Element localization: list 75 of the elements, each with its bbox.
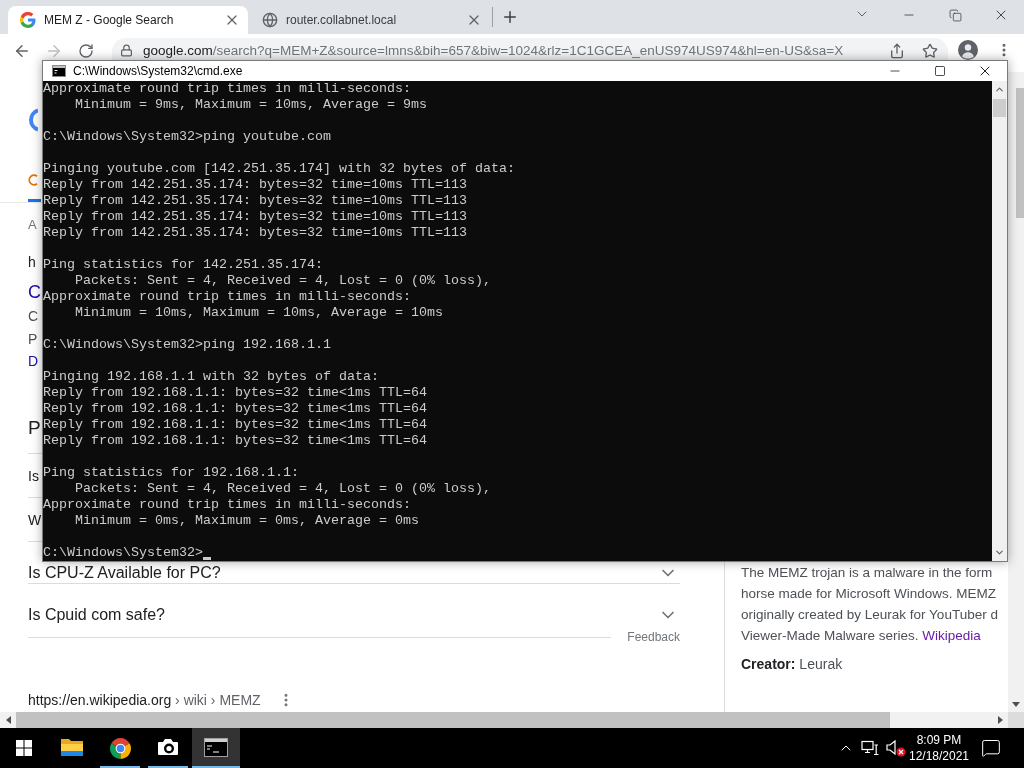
fact-text: Creator: Leurak: [741, 656, 843, 672]
console-line: Reply from 142.251.35.174: bytes=32 time=10ms TTL=113: [43, 193, 467, 209]
console-line: Approximate round trip times in milli-seconds:: [43, 497, 411, 513]
terminal-icon: [204, 738, 228, 757]
feedback-link[interactable]: Feedback: [627, 630, 680, 644]
console-line: Pinging youtube.com [142.251.35.174] with 32 bytes of data:: [43, 161, 515, 177]
result-url-text: h: [28, 254, 36, 270]
snippet-text: C: [28, 307, 39, 326]
reload-icon[interactable]: [78, 43, 94, 59]
window-title: C:\Windows\System32\cmd.exe: [73, 64, 243, 78]
star-icon[interactable]: [922, 43, 938, 59]
console-line: Packets: Sent = 4, Received = 4, Lost = 0 (0% loss),: [74, 481, 491, 497]
google-logo-icon: [20, 12, 36, 28]
description-text: The MEMZ trojan is a malware in the form horse made for Microsoft Windows. MEMZ originally created by Leurak for YouTuber d Viewer-Made Malware series. Wikipedia: [741, 564, 998, 645]
clock-time[interactable]: 8:09 PM: [916, 732, 962, 748]
browser-tab[interactable]: MEM Z - Google Search: [8, 6, 248, 34]
source-link[interactable]: Wikipedia: [922, 628, 981, 643]
scroll-right-arrow-icon[interactable]: [997, 716, 1003, 724]
notification-icon[interactable]: [981, 738, 1001, 758]
console-line: Minimum = 10ms, Maximum = 10ms, Average = 10ms: [74, 305, 443, 321]
section-heading: P: [28, 416, 41, 440]
question-item[interactable]: Is: [28, 466, 39, 485]
browser-icon: [109, 738, 131, 759]
scrollbar-thumb[interactable]: [1016, 88, 1024, 218]
console-line: Reply from 192.168.1.1: bytes=32 time<1ms TTL=64: [43, 417, 427, 433]
console-line: Ping statistics for 142.251.35.174:: [43, 257, 323, 273]
console-line: Packets: Sent = 4, Received = 4, Lost = 0 (0% loss),: [74, 273, 491, 289]
snippet-text: P: [28, 330, 38, 349]
sitelink[interactable]: D: [28, 350, 39, 372]
console-line: Reply from 192.168.1.1: bytes=32 time<1ms TTL=64: [43, 385, 427, 401]
windows-logo-icon[interactable]: [16, 740, 32, 756]
camera-icon: [157, 738, 179, 756]
address-bar[interactable]: google.com/search?q=MEM+Z&source=lmns&bih=657&biw=1024&rlz=1C1GCEA_enUS974US974&hl=en-US&sa=X: [112, 38, 948, 60]
scrollbar-thumb[interactable]: [993, 99, 1006, 117]
console-line: C:\Windows\System32>ping 192.168.1.1: [43, 337, 331, 353]
arc-icon[interactable]: [28, 174, 38, 186]
logo-fragment-icon: [28, 108, 38, 132]
share-icon[interactable]: [889, 43, 905, 59]
globe-icon: [262, 12, 278, 28]
speaker-icon[interactable]: [886, 739, 906, 757]
taskbar-app-button[interactable]: [192, 728, 240, 768]
result-url-link[interactable]: https://en.wikipedia.org › wiki › MEMZ: [28, 692, 261, 708]
console-line: Pinging 192.168.1.1 with 32 bytes of data:: [43, 369, 379, 385]
terminal-icon: [52, 65, 66, 77]
result-count-text: A: [28, 217, 37, 233]
restore-icon[interactable]: [948, 8, 962, 22]
text-cursor-icon: [202, 557, 211, 560]
console-line: C:\Windows\System32>ping youtube.com: [43, 129, 331, 145]
scrollbar-corner: [1008, 712, 1024, 728]
result-title-link[interactable]: C: [28, 280, 41, 304]
console-line: Reply from 142.251.35.174: bytes=32 time=10ms TTL=113: [43, 177, 467, 193]
question-item[interactable]: Is Cpuid com safe?: [28, 605, 680, 625]
browser-tab[interactable]: router.collabnet.local: [250, 6, 490, 34]
scroll-left-arrow-icon[interactable]: [5, 716, 11, 724]
console-line: Minimum = 0ms, Maximum = 0ms, Average = 0ms: [74, 513, 419, 529]
console-prompt: C:\Windows\System32>: [43, 545, 203, 561]
console-line: Approximate round trip times in milli-seconds:: [43, 289, 411, 305]
active-tab-indicator: [28, 199, 41, 202]
console-line: Reply from 142.251.35.174: bytes=32 time=10ms TTL=113: [43, 225, 467, 241]
folder-icon: [61, 738, 83, 757]
question-item[interactable]: Is CPU-Z Available for PC?: [28, 563, 680, 583]
network-icon[interactable]: [861, 740, 879, 756]
question-item[interactable]: W: [28, 510, 42, 529]
scroll-down-arrow-icon[interactable]: [1012, 701, 1020, 707]
clock-date[interactable]: 12/18/2021: [908, 748, 970, 764]
scrollbar[interactable]: [1008, 72, 1024, 712]
console-line: Reply from 142.251.35.174: bytes=32 time=10ms TTL=113: [43, 209, 467, 225]
scrollbar[interactable]: [992, 81, 1007, 561]
console-line: Reply from 192.168.1.1: bytes=32 time<1ms TTL=64: [43, 433, 427, 449]
console-line: Minimum = 9ms, Maximum = 10ms, Average = 9ms: [74, 97, 427, 113]
console-line: Ping statistics for 192.168.1.1:: [43, 465, 299, 481]
lock-icon: [120, 44, 133, 57]
maximize-icon[interactable]: [933, 65, 946, 77]
console-line: Reply from 192.168.1.1: bytes=32 time<1ms TTL=64: [43, 401, 427, 417]
console-line: Approximate round trip times in milli-seconds:: [43, 81, 411, 97]
